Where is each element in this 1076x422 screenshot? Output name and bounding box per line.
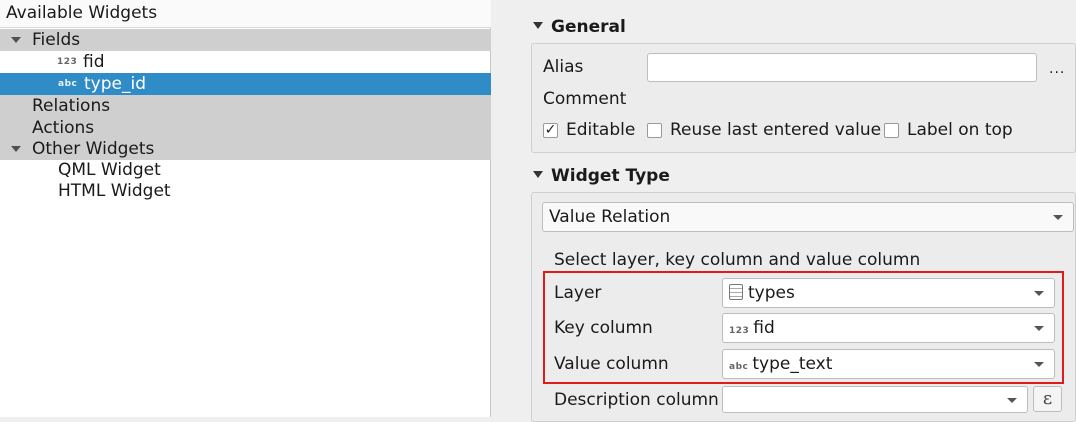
chevron-down-icon (1007, 398, 1017, 403)
splitter-handle[interactable] (491, 0, 517, 417)
integer-type-icon: 123 (729, 326, 750, 336)
chevron-down-icon (1034, 326, 1044, 331)
integer-type-icon: 123 (57, 57, 78, 67)
value-column-value: type_text (752, 354, 833, 374)
chevron-down-icon (1053, 215, 1063, 220)
alias-more-button[interactable]: ... (1049, 58, 1065, 80)
tree-item-fid[interactable]: 123 fid (0, 51, 491, 73)
expand-arrow-icon[interactable] (11, 146, 21, 152)
reuse-last-value-checkbox[interactable] (647, 123, 662, 138)
widget-type-title: Widget Type (551, 166, 670, 186)
tree-item-label: Actions (32, 118, 95, 138)
layer-label: Layer (554, 283, 602, 303)
key-column-label: Key column (554, 318, 653, 338)
general-title: General (551, 17, 626, 37)
key-column-dropdown[interactable]: 123 fid (722, 313, 1055, 343)
widget-type-dropdown[interactable]: Value Relation (542, 202, 1074, 232)
label-on-top-label: Label on top (907, 120, 1013, 140)
collapse-arrow-icon (533, 22, 543, 29)
description-column-label: Description column (554, 390, 719, 410)
tree-item-type-id[interactable]: abc type_id (0, 73, 491, 95)
alias-input[interactable] (647, 53, 1037, 82)
editable-label: Editable (566, 120, 636, 140)
tree-item-label: Fields (32, 30, 81, 50)
expand-arrow-icon[interactable] (11, 37, 21, 43)
layer-value: types (748, 283, 795, 303)
tree-item-label: QML Widget (58, 160, 161, 180)
tree-item-label: type_id (84, 74, 146, 94)
editable-checkbox[interactable]: ✓ (543, 123, 558, 138)
value-column-dropdown[interactable]: abc type_text (722, 349, 1055, 379)
general-section-header[interactable]: General (533, 16, 626, 38)
tree-item-label: HTML Widget (58, 181, 171, 201)
expression-button[interactable]: ε (1033, 386, 1062, 412)
reuse-last-value-label: Reuse last entered value (670, 120, 882, 140)
tree-item-label: Other Widgets (32, 139, 155, 159)
tree-item-html-widget[interactable]: HTML Widget (0, 180, 491, 202)
label-on-top-checkbox[interactable] (884, 123, 899, 138)
collapse-arrow-icon (533, 171, 543, 178)
key-column-value: fid (753, 318, 775, 338)
comment-label: Comment (543, 89, 627, 109)
available-widgets-tree[interactable]: Available Widgets Fields 123 fid abc typ… (0, 0, 491, 417)
text-type-icon: abc (58, 79, 78, 89)
tree-item-label: fid (83, 52, 105, 72)
alias-label: Alias (543, 57, 584, 77)
chevron-down-icon (1034, 362, 1044, 367)
tree-item-relations[interactable]: Relations (0, 95, 491, 117)
tree-item-actions[interactable]: Actions (0, 117, 491, 139)
tree-item-qml-widget[interactable]: QML Widget (0, 159, 491, 181)
value-column-label: Value column (554, 354, 669, 374)
widget-type-section-header[interactable]: Widget Type (533, 165, 670, 187)
instruction-text: Select layer, key column and value colum… (554, 250, 921, 270)
chevron-down-icon (1034, 291, 1044, 296)
text-type-icon: abc (729, 362, 749, 372)
tree-item-other-widgets[interactable]: Other Widgets (0, 138, 491, 160)
field-properties-panel: General Alias ... Comment ✓ Editable Reu… (517, 0, 1076, 422)
tree-item-label: Relations (32, 96, 111, 116)
layer-dropdown[interactable]: types (722, 278, 1055, 308)
table-layer-icon (729, 283, 743, 300)
tree-header: Available Widgets (0, 0, 491, 28)
description-column-dropdown[interactable] (722, 386, 1028, 413)
widget-type-selected: Value Relation (549, 207, 671, 227)
tree-item-fields[interactable]: Fields (0, 29, 491, 51)
